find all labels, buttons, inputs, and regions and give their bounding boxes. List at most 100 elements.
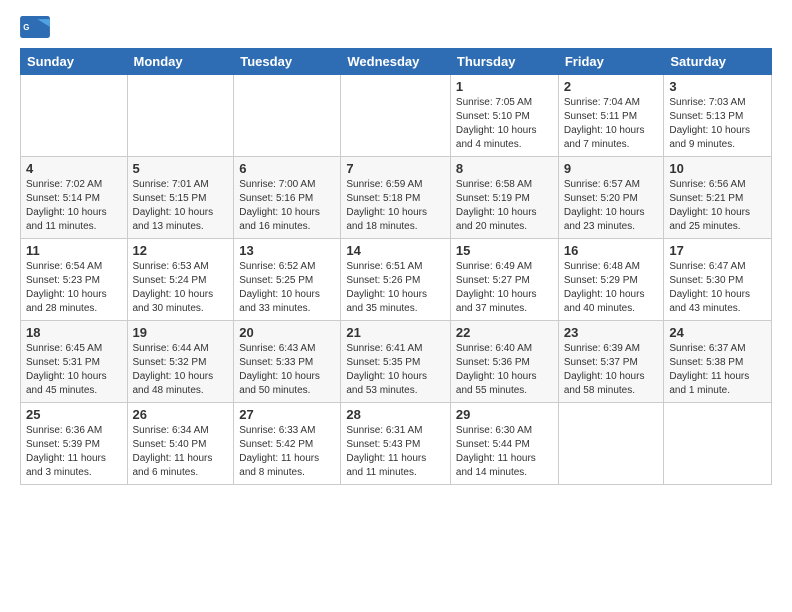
day-info: Sunrise: 6:54 AM Sunset: 5:23 PM Dayligh… — [26, 260, 122, 316]
day-number: 29 — [456, 407, 553, 422]
day-number: 18 — [26, 325, 122, 340]
calendar-cell — [341, 75, 451, 157]
calendar-cell: 20 Sunrise: 6:43 AM Sunset: 5:33 PM Dayli… — [234, 321, 341, 403]
calendar-cell — [234, 75, 341, 157]
day-number: 7 — [346, 161, 445, 176]
calendar-cell: 2 Sunrise: 7:04 AM Sunset: 5:11 PM Daylig… — [558, 75, 664, 157]
day-info: Sunrise: 6:30 AM Sunset: 5:44 PM Dayligh… — [456, 424, 553, 480]
day-number: 20 — [239, 325, 335, 340]
day-info: Sunrise: 6:57 AM Sunset: 5:20 PM Dayligh… — [564, 178, 659, 234]
day-number: 28 — [346, 407, 445, 422]
calendar-cell: 9 Sunrise: 6:57 AM Sunset: 5:20 PM Daylig… — [558, 157, 664, 239]
day-number: 26 — [133, 407, 229, 422]
column-header-monday: Monday — [127, 49, 234, 75]
page-header: G — [20, 16, 772, 38]
day-info: Sunrise: 6:56 AM Sunset: 5:21 PM Dayligh… — [669, 178, 766, 234]
day-number: 6 — [239, 161, 335, 176]
calendar-cell: 24 Sunrise: 6:37 AM Sunset: 5:38 PM Dayli… — [664, 321, 772, 403]
calendar-cell: 3Sunrise: 7:03 AM Sunset: 5:13 PM Daylig… — [664, 75, 772, 157]
logo: G — [20, 16, 54, 38]
calendar-header-row: SundayMondayTuesdayWednesdayThursdayFrid… — [21, 49, 772, 75]
svg-text:G: G — [23, 23, 29, 32]
day-info: Sunrise: 6:34 AM Sunset: 5:40 PM Dayligh… — [133, 424, 229, 480]
calendar-table: SundayMondayTuesdayWednesdayThursdayFrid… — [20, 48, 772, 485]
column-header-friday: Friday — [558, 49, 664, 75]
logo-icon: G — [20, 16, 50, 38]
column-header-saturday: Saturday — [664, 49, 772, 75]
day-number: 15 — [456, 243, 553, 258]
calendar-cell: 23Sunrise: 6:39 AM Sunset: 5:37 PM Dayli… — [558, 321, 664, 403]
calendar-row-4: 25 Sunrise: 6:36 AM Sunset: 5:39 PM Dayli… — [21, 403, 772, 485]
day-number: 27 — [239, 407, 335, 422]
column-header-thursday: Thursday — [450, 49, 558, 75]
day-info: Sunrise: 7:04 AM Sunset: 5:11 PM Dayligh… — [564, 96, 659, 152]
day-info: Sunrise: 6:52 AM Sunset: 5:25 PM Dayligh… — [239, 260, 335, 316]
calendar-cell: 14 Sunrise: 6:51 AM Sunset: 5:26 PM Dayli… — [341, 239, 451, 321]
calendar-cell: 1 Sunrise: 7:05 AM Sunset: 5:10 PM Daylig… — [450, 75, 558, 157]
day-info: Sunrise: 6:48 AM Sunset: 5:29 PM Dayligh… — [564, 260, 659, 316]
day-number: 5 — [133, 161, 229, 176]
calendar-cell: 22 Sunrise: 6:40 AM Sunset: 5:36 PM Dayli… — [450, 321, 558, 403]
day-info: Sunrise: 6:59 AM Sunset: 5:18 PM Dayligh… — [346, 178, 445, 234]
calendar-cell: 8 Sunrise: 6:58 AM Sunset: 5:19 PM Daylig… — [450, 157, 558, 239]
calendar-cell — [664, 403, 772, 485]
day-number: 22 — [456, 325, 553, 340]
calendar-cell: 4 Sunrise: 7:02 AM Sunset: 5:14 PM Daylig… — [21, 157, 128, 239]
calendar-cell — [558, 403, 664, 485]
day-info: Sunrise: 7:00 AM Sunset: 5:16 PM Dayligh… — [239, 178, 335, 234]
day-number: 8 — [456, 161, 553, 176]
day-info: Sunrise: 6:44 AM Sunset: 5:32 PM Dayligh… — [133, 342, 229, 398]
day-info: Sunrise: 6:31 AM Sunset: 5:43 PM Dayligh… — [346, 424, 445, 480]
column-header-sunday: Sunday — [21, 49, 128, 75]
day-info: Sunrise: 6:53 AM Sunset: 5:24 PM Dayligh… — [133, 260, 229, 316]
day-number: 24 — [669, 325, 766, 340]
day-number: 3 — [669, 79, 766, 94]
calendar-cell: 13 Sunrise: 6:52 AM Sunset: 5:25 PM Dayli… — [234, 239, 341, 321]
calendar-cell — [21, 75, 128, 157]
day-number: 17 — [669, 243, 766, 258]
calendar-cell: 6 Sunrise: 7:00 AM Sunset: 5:16 PM Daylig… — [234, 157, 341, 239]
column-header-wednesday: Wednesday — [341, 49, 451, 75]
calendar-row-0: 1 Sunrise: 7:05 AM Sunset: 5:10 PM Daylig… — [21, 75, 772, 157]
calendar-cell: 26 Sunrise: 6:34 AM Sunset: 5:40 PM Dayli… — [127, 403, 234, 485]
calendar-cell: 25 Sunrise: 6:36 AM Sunset: 5:39 PM Dayli… — [21, 403, 128, 485]
day-info: Sunrise: 6:37 AM Sunset: 5:38 PM Dayligh… — [669, 342, 766, 398]
calendar-cell: 19 Sunrise: 6:44 AM Sunset: 5:32 PM Dayli… — [127, 321, 234, 403]
calendar-cell: 17Sunrise: 6:47 AM Sunset: 5:30 PM Dayli… — [664, 239, 772, 321]
day-info: Sunrise: 6:40 AM Sunset: 5:36 PM Dayligh… — [456, 342, 553, 398]
day-info: Sunrise: 6:58 AM Sunset: 5:19 PM Dayligh… — [456, 178, 553, 234]
day-info: Sunrise: 6:45 AM Sunset: 5:31 PM Dayligh… — [26, 342, 122, 398]
day-number: 4 — [26, 161, 122, 176]
calendar-cell: 16Sunrise: 6:48 AM Sunset: 5:29 PM Dayli… — [558, 239, 664, 321]
day-info: Sunrise: 6:51 AM Sunset: 5:26 PM Dayligh… — [346, 260, 445, 316]
calendar-row-1: 4 Sunrise: 7:02 AM Sunset: 5:14 PM Daylig… — [21, 157, 772, 239]
day-number: 12 — [133, 243, 229, 258]
calendar-cell: 15 Sunrise: 6:49 AM Sunset: 5:27 PM Dayli… — [450, 239, 558, 321]
day-number: 2 — [564, 79, 659, 94]
calendar-cell: 5 Sunrise: 7:01 AM Sunset: 5:15 PM Daylig… — [127, 157, 234, 239]
day-number: 13 — [239, 243, 335, 258]
day-number: 21 — [346, 325, 445, 340]
calendar-row-3: 18 Sunrise: 6:45 AM Sunset: 5:31 PM Dayli… — [21, 321, 772, 403]
day-info: Sunrise: 7:02 AM Sunset: 5:14 PM Dayligh… — [26, 178, 122, 234]
day-info: Sunrise: 7:01 AM Sunset: 5:15 PM Dayligh… — [133, 178, 229, 234]
day-info: Sunrise: 6:43 AM Sunset: 5:33 PM Dayligh… — [239, 342, 335, 398]
column-header-tuesday: Tuesday — [234, 49, 341, 75]
calendar-cell: 29 Sunrise: 6:30 AM Sunset: 5:44 PM Dayli… — [450, 403, 558, 485]
day-number: 14 — [346, 243, 445, 258]
day-number: 25 — [26, 407, 122, 422]
day-info: Sunrise: 6:49 AM Sunset: 5:27 PM Dayligh… — [456, 260, 553, 316]
day-info: Sunrise: 7:05 AM Sunset: 5:10 PM Dayligh… — [456, 96, 553, 152]
calendar-cell: 11Sunrise: 6:54 AM Sunset: 5:23 PM Dayli… — [21, 239, 128, 321]
day-number: 23 — [564, 325, 659, 340]
day-number: 19 — [133, 325, 229, 340]
day-info: Sunrise: 6:33 AM Sunset: 5:42 PM Dayligh… — [239, 424, 335, 480]
calendar-cell: 28 Sunrise: 6:31 AM Sunset: 5:43 PM Dayli… — [341, 403, 451, 485]
day-number: 9 — [564, 161, 659, 176]
day-number: 1 — [456, 79, 553, 94]
calendar-cell: 12 Sunrise: 6:53 AM Sunset: 5:24 PM Dayli… — [127, 239, 234, 321]
calendar-cell: 27 Sunrise: 6:33 AM Sunset: 5:42 PM Dayli… — [234, 403, 341, 485]
calendar-cell: 10Sunrise: 6:56 AM Sunset: 5:21 PM Dayli… — [664, 157, 772, 239]
calendar-cell — [127, 75, 234, 157]
day-info: Sunrise: 6:36 AM Sunset: 5:39 PM Dayligh… — [26, 424, 122, 480]
